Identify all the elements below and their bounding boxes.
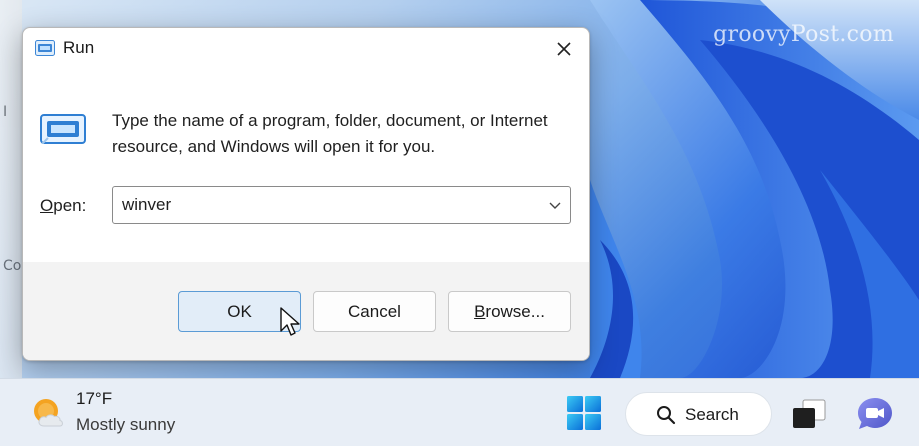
desktop-glyph: Co <box>3 258 22 274</box>
close-button[interactable] <box>549 36 579 62</box>
open-label: Open: <box>40 196 86 216</box>
task-view-icon[interactable] <box>790 398 828 430</box>
search-icon <box>657 406 676 425</box>
mouse-pointer-icon <box>280 307 300 336</box>
weather-description: Mostly sunny <box>76 415 176 434</box>
open-label-text: pen: <box>53 196 87 215</box>
dialog-title: Run <box>63 38 95 57</box>
browse-label: rowse... <box>485 301 545 321</box>
open-input[interactable] <box>113 187 533 223</box>
run-app-icon <box>35 40 55 56</box>
partly-sunny-icon <box>34 399 63 427</box>
open-label-mnemonic: O <box>40 196 54 215</box>
search-label: Search <box>685 405 739 424</box>
teams-chat-icon[interactable] <box>856 396 894 432</box>
browse-button[interactable]: Browse... <box>448 291 571 332</box>
desktop-glyph: I <box>3 104 8 120</box>
instruction-text: Type the name of a program, folder, docu… <box>112 111 548 156</box>
run-dialog: Run Type the name of a program, folder, … <box>22 27 590 361</box>
desktop-edge-strip: I Co <box>0 0 22 378</box>
weather-temperature: 17°F <box>76 389 113 408</box>
watermark-text: groovyPost.com <box>713 22 894 47</box>
browse-mnemonic: B <box>474 301 486 321</box>
cancel-button[interactable]: Cancel <box>313 291 436 332</box>
dialog-titlebar[interactable]: Run <box>23 28 589 70</box>
open-combobox[interactable] <box>112 186 571 224</box>
windows-start-icon[interactable] <box>566 395 602 431</box>
chevron-down-icon[interactable] <box>548 198 562 212</box>
taskbar-search[interactable]: Search <box>625 392 772 436</box>
taskbar: 17°F Mostly sunny Search <box>0 378 919 446</box>
run-app-icon <box>40 114 86 144</box>
close-icon <box>557 42 571 56</box>
